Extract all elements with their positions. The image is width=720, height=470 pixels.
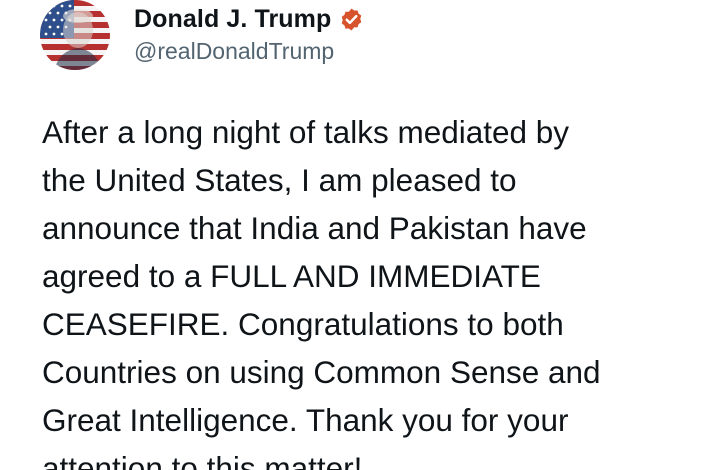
verified-badge-icon <box>339 7 364 32</box>
post-card: Donald J. Trump @realDonaldTrump After a… <box>0 0 720 470</box>
avatar-flag-portrait-image <box>40 0 110 70</box>
avatar[interactable] <box>40 0 110 70</box>
author-display-name[interactable]: Donald J. Trump <box>134 5 331 34</box>
post-text: After a long night of talks mediated by … <box>42 114 601 470</box>
author-name-row: Donald J. Trump <box>134 2 364 36</box>
author-handle[interactable]: @realDonaldTrump <box>134 38 334 65</box>
